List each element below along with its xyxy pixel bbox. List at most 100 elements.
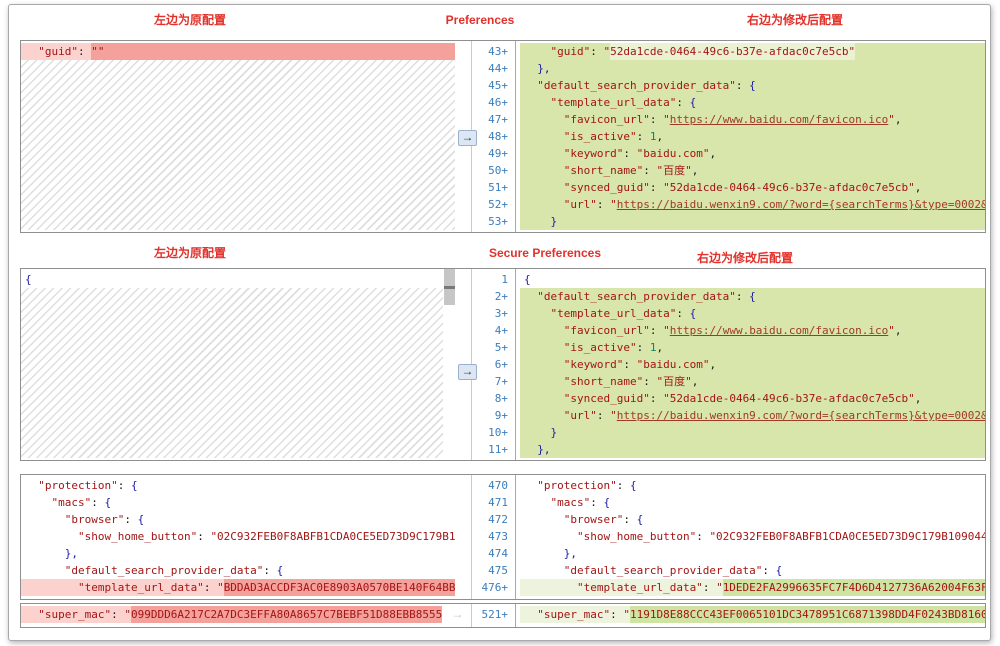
line-number: 1 bbox=[501, 273, 508, 286]
code-token: "synced_guid" bbox=[524, 181, 650, 194]
code-token: : bbox=[643, 375, 657, 388]
code-token: : bbox=[676, 307, 690, 320]
line-number: 53+ bbox=[488, 215, 508, 228]
code-token: "protection" bbox=[524, 479, 617, 492]
left-pane: "super_mac": " 099DDD6A217C2A7DC3EFFA80A8… bbox=[21, 604, 455, 627]
code-line: } bbox=[520, 213, 985, 230]
code-line: "macs": { bbox=[520, 494, 985, 511]
code-token: , bbox=[894, 113, 902, 126]
code-token: : bbox=[636, 341, 650, 354]
code-token: "02C932FEB0F8ABFB1CDA0CE5ED73D9C179B1090… bbox=[709, 530, 985, 543]
code-token: "macs" bbox=[524, 496, 591, 509]
code-token: { bbox=[749, 79, 756, 92]
url-link[interactable]: https://www.baidu.com/favicon.ico bbox=[670, 322, 889, 339]
code-line: "keyword": "baidu.com", bbox=[520, 356, 985, 373]
code-token: "is_active" bbox=[524, 130, 637, 143]
url-link[interactable]: https://baidu.wenxin9.com/?word={searchT… bbox=[617, 407, 985, 424]
code-token: { bbox=[775, 564, 783, 577]
code-line: "browser": { bbox=[21, 511, 455, 528]
line-number: 43+ bbox=[488, 45, 508, 58]
code-token: }, bbox=[524, 62, 551, 75]
code-line: "guid": " 52da1cde-0464-49c6-b37e-afdac0c… bbox=[520, 43, 985, 60]
code-token: "url" bbox=[524, 409, 597, 422]
line-number: 47+ bbox=[488, 113, 508, 126]
code-line: "template_url_data": " 1DEDE2FA2996635FC7… bbox=[520, 579, 985, 596]
code-token: " bbox=[623, 608, 630, 621]
code-token: "default_search_provider_data" bbox=[524, 564, 763, 577]
code-line: "macs": { bbox=[21, 494, 455, 511]
diff-panel-protection-macs: "protection": { "macs": { "browser": { "… bbox=[20, 474, 986, 600]
line-number: 472 bbox=[488, 513, 508, 526]
code-token: "百度" bbox=[656, 375, 692, 388]
code-token: "default_search_provider_data" bbox=[524, 290, 736, 303]
code-token: "short_name" bbox=[524, 164, 644, 177]
code-token: "baidu.com" bbox=[636, 358, 710, 371]
code-token: : bbox=[590, 45, 604, 58]
code-line: "super_mac": " 099DDD6A217C2A7DC3EFFA80A8… bbox=[21, 606, 442, 623]
code-line: } bbox=[520, 424, 985, 441]
code-token: { bbox=[104, 496, 112, 509]
gutter bbox=[455, 475, 472, 599]
left-pane: { bbox=[21, 269, 455, 460]
code-token: , bbox=[691, 164, 699, 177]
code-token: "template_url_data" bbox=[524, 96, 677, 109]
line-number: 474 bbox=[488, 547, 508, 560]
code-line: "is_active": 1, bbox=[520, 128, 985, 145]
line-number: 11+ bbox=[488, 443, 508, 456]
code-token: : bbox=[735, 290, 750, 303]
right-pane-label: 右边为修改后配置 bbox=[746, 13, 843, 27]
line-number: 521+ bbox=[481, 608, 509, 621]
merge-arrow-button[interactable]: → bbox=[458, 130, 477, 146]
missing-lines-hatch bbox=[21, 60, 455, 230]
line-number: 51+ bbox=[488, 181, 508, 194]
code-token: "02C932FEB0F8ABFB1CDA0CE5ED73D9C179B1090… bbox=[210, 530, 455, 543]
right-pane: "guid": " 52da1cde-0464-49c6-b37e-afdac0c… bbox=[516, 41, 985, 232]
code-token: , bbox=[656, 341, 664, 354]
code-token: "macs" bbox=[25, 496, 92, 509]
code-token: 1 bbox=[649, 130, 657, 143]
code-token: : bbox=[649, 181, 664, 194]
url-link[interactable]: https://www.baidu.com/favicon.ico bbox=[670, 111, 889, 128]
code-token: "guid" bbox=[524, 45, 591, 58]
code-token: } bbox=[524, 426, 558, 439]
code-token: : bbox=[623, 358, 637, 371]
code-token: , bbox=[914, 181, 922, 194]
code-line: "default_search_provider_data": { bbox=[21, 562, 455, 579]
line-number: 3+ bbox=[494, 307, 508, 320]
line-number: 45+ bbox=[488, 79, 508, 92]
code-token: : bbox=[203, 581, 218, 594]
code-line: "synced_guid": "52da1cde-0464-49c6-b37e-… bbox=[520, 179, 985, 196]
code-token: BDDAD3ACCDF3AC0E8903A0570BE140F64BB1DFC2… bbox=[223, 579, 455, 596]
code-token: " bbox=[716, 581, 723, 594]
scrollbar-diff-marker bbox=[444, 286, 455, 289]
line-number: 476+ bbox=[481, 581, 509, 594]
code-token: 1DEDE2FA2996635FC7F4D6D4127736A62004F63F… bbox=[722, 579, 985, 596]
code-line: "protection": { bbox=[21, 477, 455, 494]
code-token: 1 bbox=[649, 341, 657, 354]
line-number: 46+ bbox=[488, 96, 508, 109]
code-token: : bbox=[197, 530, 211, 543]
code-token: : bbox=[676, 96, 690, 109]
code-line: "is_active": 1, bbox=[520, 339, 985, 356]
code-token: : bbox=[623, 147, 637, 160]
merge-arrow-button[interactable]: → bbox=[458, 364, 477, 380]
code-token: , bbox=[656, 130, 664, 143]
code-token: : bbox=[610, 608, 624, 621]
right-pane: { "default_search_provider_data": { "tem… bbox=[516, 269, 985, 460]
code-line: "keyword": "baidu.com", bbox=[520, 145, 985, 162]
code-token: "百度" bbox=[656, 164, 692, 177]
code-line: "short_name": "百度", bbox=[520, 373, 985, 390]
code-token: { bbox=[276, 564, 284, 577]
code-token: { bbox=[749, 290, 756, 303]
diff-panel-secure-preferences: { 1 2+ 3+ 4+ 5+ 6+ 7+ 8+ 9+ 10+ 11+ { "default_sea… bbox=[20, 268, 986, 461]
left-pane: "guid": "" bbox=[21, 41, 455, 232]
code-line: "short_name": "百度", bbox=[520, 162, 985, 179]
code-token: "super_mac" bbox=[25, 608, 112, 621]
line-number: 8+ bbox=[494, 392, 508, 405]
code-line: "guid": "" bbox=[21, 43, 455, 60]
url-link[interactable]: https://baidu.wenxin9.com/?word={searchT… bbox=[617, 196, 985, 213]
code-token: "url" bbox=[524, 198, 597, 211]
left-pane-label: 左边为原配置 bbox=[153, 246, 226, 260]
code-token: : bbox=[649, 324, 664, 337]
code-token: "52da1cde-0464-49c6-b37e-afdac0c7e5cb" bbox=[663, 392, 915, 405]
